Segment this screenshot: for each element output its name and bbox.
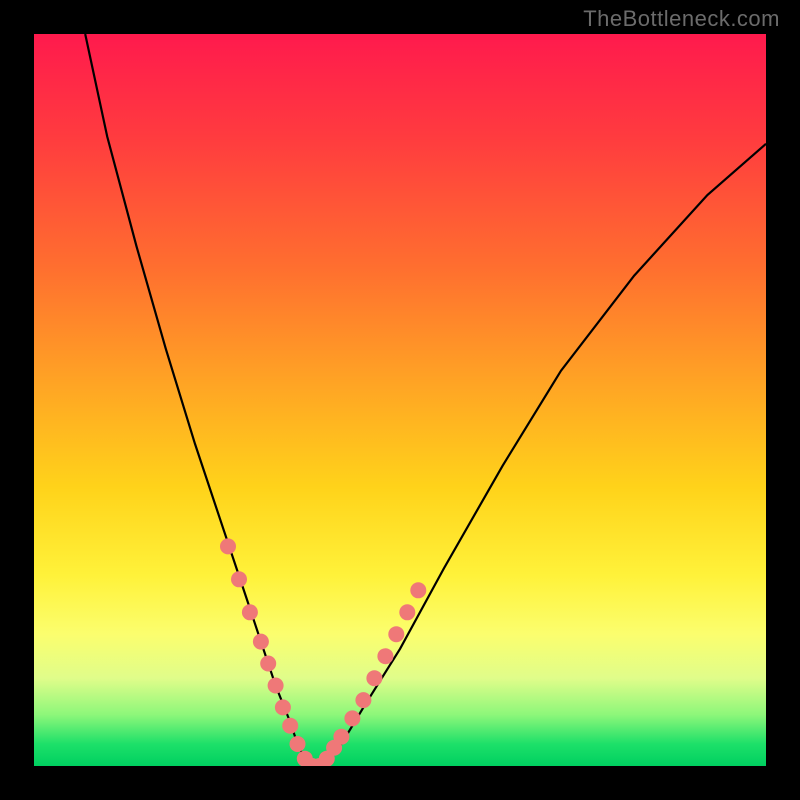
- curve-svg: [34, 34, 766, 766]
- marker-dot: [242, 604, 258, 620]
- marker-dot: [399, 604, 415, 620]
- marker-dot: [275, 699, 291, 715]
- plot-area: [34, 34, 766, 766]
- marker-dot: [388, 626, 404, 642]
- marker-dot: [355, 692, 371, 708]
- marker-dot: [366, 670, 382, 686]
- marker-dot: [268, 678, 284, 694]
- marker-dot: [253, 634, 269, 650]
- marker-dot: [290, 736, 306, 752]
- marker-dot: [260, 656, 276, 672]
- marker-dot: [333, 729, 349, 745]
- bottleneck-curve: [85, 34, 766, 766]
- marker-points: [220, 538, 426, 766]
- chart-frame: TheBottleneck.com: [0, 0, 800, 800]
- marker-dot: [282, 718, 298, 734]
- marker-dot: [377, 648, 393, 664]
- marker-dot: [231, 571, 247, 587]
- marker-dot: [220, 538, 236, 554]
- marker-dot: [344, 710, 360, 726]
- watermark-text: TheBottleneck.com: [583, 6, 780, 32]
- marker-dot: [410, 582, 426, 598]
